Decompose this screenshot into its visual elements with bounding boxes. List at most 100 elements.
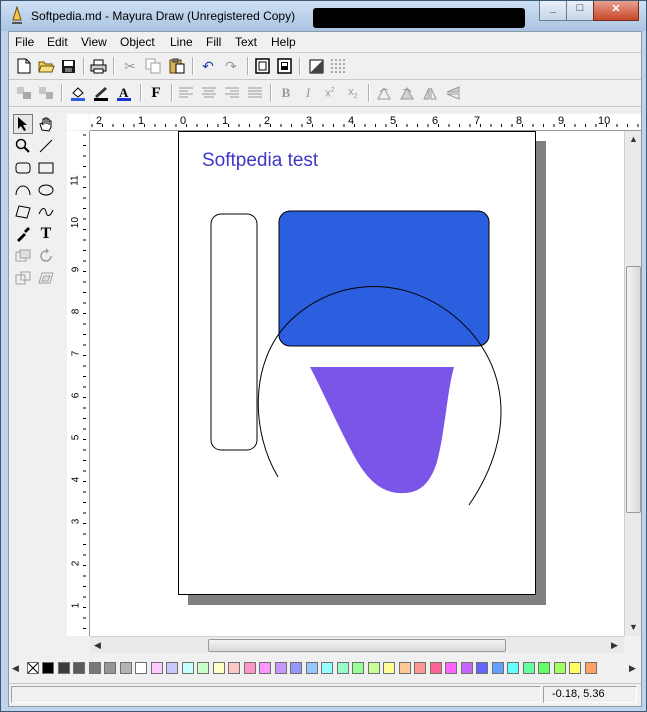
- palette-left-icon[interactable]: ◀: [12, 663, 19, 674]
- menu-object[interactable]: Object: [120, 35, 155, 49]
- image-tool-icon[interactable]: [13, 246, 33, 266]
- save-icon[interactable]: [59, 57, 77, 75]
- line-tool-icon[interactable]: [36, 136, 56, 156]
- skew-tool-icon[interactable]: [36, 268, 56, 288]
- rotate-left-icon[interactable]: [375, 84, 393, 102]
- menu-line[interactable]: Line: [170, 35, 193, 49]
- align-left-icon[interactable]: [177, 84, 195, 102]
- rotate-right-icon[interactable]: [398, 84, 416, 102]
- color-swatch[interactable]: [259, 662, 271, 674]
- new-file-icon[interactable]: [15, 57, 33, 75]
- arc-tool-icon[interactable]: [13, 180, 33, 200]
- color-swatch[interactable]: [243, 662, 256, 674]
- color-swatch[interactable]: [336, 662, 349, 674]
- subscript-button[interactable]: x2: [344, 84, 362, 102]
- menu-fill[interactable]: Fill: [206, 35, 221, 49]
- horizontal-scroll-thumb[interactable]: [208, 639, 506, 652]
- italic-button[interactable]: I: [299, 84, 317, 102]
- menu-help[interactable]: Help: [271, 35, 296, 49]
- color-swatch[interactable]: [321, 662, 333, 674]
- color-swatch[interactable]: [88, 662, 101, 674]
- color-swatch[interactable]: [212, 662, 225, 674]
- color-swatch[interactable]: [491, 662, 504, 674]
- undo-icon[interactable]: ↶: [199, 57, 217, 75]
- vertical-scrollbar[interactable]: ▲ ▼: [624, 131, 641, 636]
- color-swatch[interactable]: [352, 662, 364, 674]
- drawing-page[interactable]: Softpedia test: [178, 131, 536, 595]
- color-swatch[interactable]: [367, 662, 380, 674]
- minimize-button[interactable]: _: [539, 1, 567, 21]
- title-bar[interactable]: Softpedia.md - Mayura Draw (Unregistered…: [1, 1, 646, 31]
- superscript-button[interactable]: x2: [321, 84, 339, 102]
- vertical-ruler[interactable]: 11 10 9 8 7 6 5 4 3 2 1 0: [67, 131, 90, 636]
- menu-view[interactable]: View: [81, 35, 107, 49]
- color-swatch[interactable]: [104, 662, 116, 674]
- color-swatch[interactable]: [429, 662, 442, 674]
- flip-horizontal-icon[interactable]: [421, 84, 439, 102]
- pointer-tool-icon[interactable]: [13, 114, 33, 134]
- open-folder-icon[interactable]: [37, 57, 55, 75]
- drawing-canvas[interactable]: Softpedia test: [90, 131, 624, 636]
- page-setup-icon[interactable]: [253, 57, 271, 75]
- font-button[interactable]: F: [147, 84, 165, 102]
- color-swatch[interactable]: [476, 662, 488, 674]
- curve-tool-icon[interactable]: [36, 202, 56, 222]
- horizontal-ruler[interactable]: 2 1 0 1 2 3 4 5 6 7 8 9 10: [90, 114, 641, 131]
- color-swatch[interactable]: [383, 662, 395, 674]
- color-swatch[interactable]: [119, 662, 132, 674]
- color-swatch[interactable]: [507, 662, 519, 674]
- rectangle-tool-icon[interactable]: [36, 158, 56, 178]
- line-color-icon[interactable]: [92, 84, 110, 102]
- fill-color-icon[interactable]: [69, 84, 87, 102]
- page-properties-icon[interactable]: [275, 57, 293, 75]
- ungroup-icon[interactable]: [37, 84, 55, 102]
- paste-icon[interactable]: [168, 57, 186, 75]
- scroll-down-icon[interactable]: ▼: [629, 622, 638, 632]
- text-tool-icon[interactable]: T: [36, 224, 56, 244]
- close-button[interactable]: ✕: [593, 1, 639, 21]
- scroll-up-icon[interactable]: ▲: [629, 134, 638, 144]
- scroll-left-icon[interactable]: ◀: [94, 640, 101, 651]
- menu-edit[interactable]: Edit: [47, 35, 68, 49]
- eyedropper-tool-icon[interactable]: [13, 224, 33, 244]
- maximize-button[interactable]: □: [566, 1, 594, 21]
- transform-tool-icon[interactable]: [13, 268, 33, 288]
- color-swatch[interactable]: [274, 662, 287, 674]
- color-swatch[interactable]: [445, 662, 457, 674]
- color-swatch[interactable]: [305, 662, 318, 674]
- color-swatch[interactable]: [584, 662, 597, 674]
- color-swatch[interactable]: [181, 662, 194, 674]
- bold-button[interactable]: B: [277, 84, 295, 102]
- rotate-tool-icon[interactable]: [36, 246, 56, 266]
- color-swatch[interactable]: [553, 662, 566, 674]
- horizontal-scrollbar[interactable]: ◀ ▶: [90, 636, 624, 653]
- grid-icon[interactable]: [329, 57, 347, 75]
- hand-tool-icon[interactable]: [36, 114, 56, 134]
- color-swatch[interactable]: [166, 662, 178, 674]
- color-swatch[interactable]: [538, 662, 550, 674]
- no-color-swatch[interactable]: [27, 662, 39, 674]
- cut-icon[interactable]: ✂: [121, 57, 139, 75]
- purple-shape[interactable]: [310, 367, 454, 494]
- color-swatch[interactable]: [460, 662, 473, 674]
- align-center-icon[interactable]: [200, 84, 218, 102]
- color-swatch[interactable]: [569, 662, 581, 674]
- color-swatch[interactable]: [135, 662, 147, 674]
- color-swatch[interactable]: [290, 662, 302, 674]
- color-swatch[interactable]: [42, 662, 54, 674]
- print-icon[interactable]: [89, 57, 107, 75]
- menu-text[interactable]: Text: [235, 35, 257, 49]
- align-justify-icon[interactable]: [246, 84, 264, 102]
- zoom-tool-icon[interactable]: [13, 136, 33, 156]
- color-swatch[interactable]: [57, 662, 70, 674]
- color-swatch[interactable]: [522, 662, 535, 674]
- color-swatch[interactable]: [398, 662, 411, 674]
- color-swatch[interactable]: [197, 662, 209, 674]
- color-swatch[interactable]: [228, 662, 240, 674]
- group-icon[interactable]: [15, 84, 33, 102]
- rounded-rectangle-shape[interactable]: [210, 213, 258, 451]
- scroll-right-icon[interactable]: ▶: [611, 640, 618, 651]
- polygon-tool-icon[interactable]: [13, 202, 33, 222]
- ellipse-tool-icon[interactable]: [36, 180, 56, 200]
- copy-icon[interactable]: [144, 57, 162, 75]
